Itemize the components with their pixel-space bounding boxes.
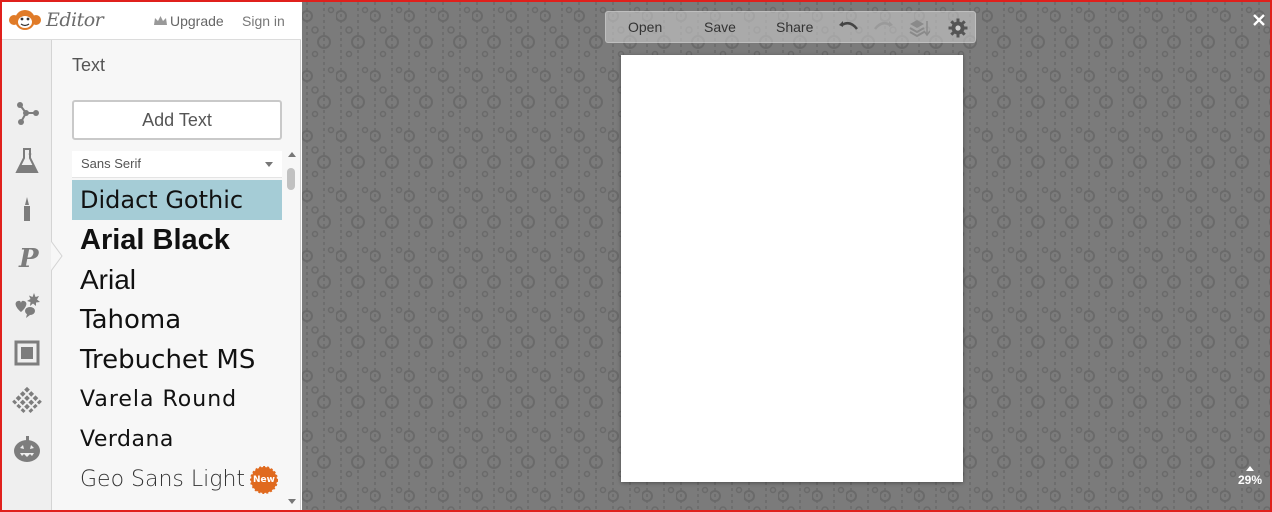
seasonal-pumpkin-icon[interactable] [10,432,44,466]
crown-icon [154,16,167,25]
font-item-label: Tahoma [80,305,182,335]
settings-gear-icon[interactable] [947,17,969,39]
photo-canvas[interactable] [621,55,963,482]
new-badge-label: New [253,475,275,485]
upgrade-link[interactable]: Upgrade [154,13,224,29]
panel-title: Text [72,55,106,75]
active-tool-pointer-icon [51,241,63,271]
scroll-down-icon[interactable] [288,499,296,504]
workspace: Open Save Share 29% [302,2,1270,510]
text-icon[interactable]: P [10,240,44,274]
font-item-didact-gothic[interactable]: Didact Gothic [72,180,282,220]
close-icon[interactable] [1252,13,1266,27]
undo-icon[interactable] [838,17,860,39]
font-item-arial[interactable]: Arial [72,260,282,300]
font-item-label: Arial Black [80,224,230,256]
redo-icon[interactable] [872,17,894,39]
font-item-varela-round[interactable]: Varela Round [72,380,282,420]
top-toolbar: Open Save Share [605,11,976,43]
open-button[interactable]: Open [628,19,662,35]
font-item-verdana[interactable]: Verdana [72,420,282,460]
font-item-label: Arial [80,264,137,295]
font-list: Didact Gothic Arial Black Arial Tahoma T… [72,180,282,505]
font-list-scrollbar[interactable] [286,152,298,504]
svg-text:P: P [18,244,40,272]
font-item-label: Geo Sans Light [80,467,246,492]
font-category-value: Sans Serif [81,156,141,171]
zoom-up-icon [1246,466,1254,471]
scroll-up-icon[interactable] [288,152,296,157]
font-item-label: Trebuchet MS [80,345,256,375]
textures-icon[interactable] [10,384,44,418]
font-category-dropdown[interactable]: Sans Serif [72,151,282,178]
zoom-control[interactable]: 29% [1234,466,1266,487]
font-item-label: Varela Round [80,387,238,412]
left-panel: Editor Upgrade Sign in P Text Add Text S… [2,2,301,510]
new-badge: New [250,466,278,494]
top-bar: Editor Upgrade Sign in [2,2,301,40]
frames-icon[interactable] [10,336,44,370]
overlays-icon[interactable] [10,288,44,322]
logo[interactable]: Editor [8,8,104,32]
touch-up-icon[interactable] [10,144,44,178]
zoom-level: 29% [1237,473,1263,487]
layers-icon[interactable] [908,17,930,39]
font-item-geo-sans-light[interactable]: Geo Sans Light New [72,460,282,500]
save-button[interactable]: Save [704,19,736,35]
sign-in-link[interactable]: Sign in [242,13,285,29]
share-button[interactable]: Share [776,19,813,35]
font-item-label: Verdana [80,427,174,452]
scrollbar-thumb[interactable] [287,168,295,190]
chevron-down-icon [265,162,273,167]
monkey-logo-icon [9,10,41,30]
upgrade-label: Upgrade [170,13,224,29]
font-item-arial-black[interactable]: Arial Black [72,220,282,260]
app-window: Editor Upgrade Sign in P Text Add Text S… [0,0,1272,512]
effects-icon[interactable] [10,96,44,130]
logo-text: Editor [46,9,104,31]
font-item-trebuchet-ms[interactable]: Trebuchet MS [72,340,282,380]
tool-rail: P [2,40,52,510]
paint-brush-icon[interactable] [10,192,44,226]
add-text-button[interactable]: Add Text [72,100,282,140]
font-item-label: Didact Gothic [80,186,244,214]
font-item-tahoma[interactable]: Tahoma [72,300,282,340]
